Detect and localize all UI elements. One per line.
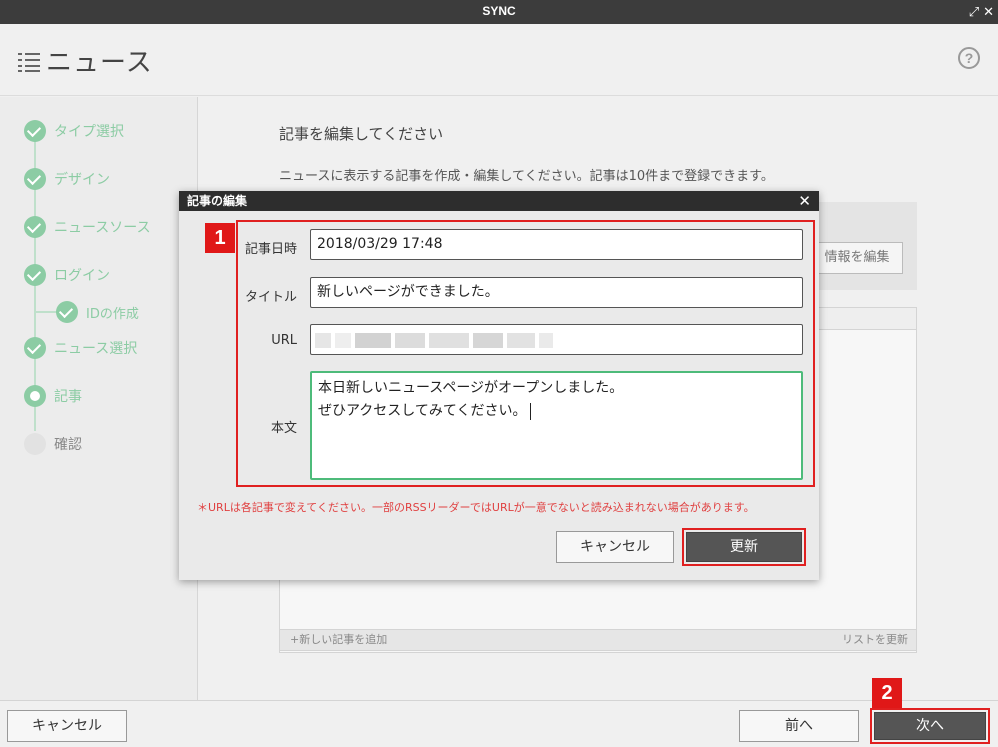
edit-article-dialog: 記事の編集 ✕ 1 記事日時 2018/03/29 17:48 タイトル 新しい… [179, 191, 819, 580]
page-header: ニュース ? [0, 24, 998, 96]
next-button[interactable]: 次へ [874, 712, 986, 740]
text-caret [530, 402, 532, 420]
update-button[interactable]: 更新 [686, 532, 802, 562]
window-titlebar: SYNC ⤢ ✕ [0, 0, 998, 24]
page-title: ニュース [46, 48, 153, 78]
blurred-text [473, 333, 503, 348]
window-close-icon[interactable]: ✕ [983, 1, 994, 23]
step-label: ログイン [54, 268, 110, 284]
step-news-select: ニュース選択 [24, 336, 137, 360]
help-icon[interactable]: ? [958, 47, 980, 69]
check-icon [56, 301, 78, 323]
list-icon [18, 53, 40, 72]
step-type-select: タイプ選択 [24, 119, 124, 143]
step-label: ニュースソース [54, 220, 151, 236]
wizard-footer: キャンセル 前へ 次へ [0, 700, 998, 747]
dialog-title: 記事の編集 [187, 194, 248, 208]
url-label: URL [271, 333, 297, 348]
blurred-text [315, 333, 331, 348]
annotation-badge-2: 2 [872, 678, 902, 708]
body-label: 本文 [270, 421, 297, 436]
step-news-source: ニュースソース [24, 215, 151, 239]
step-design: デザイン [24, 167, 110, 191]
dialog-cancel-button[interactable]: キャンセル [556, 531, 674, 563]
check-icon [24, 216, 46, 238]
back-button[interactable]: 前へ [739, 710, 859, 742]
step-label: タイプ選択 [54, 124, 124, 140]
date-label: 記事日時 [244, 242, 297, 257]
edit-info-button[interactable]: 情報を編集 [811, 242, 903, 274]
refresh-list-link[interactable]: リストを更新 [842, 630, 908, 650]
blurred-text [355, 333, 391, 348]
blurred-text [395, 333, 425, 348]
expand-icon[interactable]: ⤢ [969, 1, 979, 23]
section-description: ニュースに表示する記事を作成・編集してください。記事は10件まで登録できます。 [279, 169, 774, 184]
step-label: ニュース選択 [54, 341, 138, 357]
step-article: 記事 [24, 384, 82, 408]
step-id-create: IDの作成 [56, 300, 139, 324]
step-label: IDの作成 [86, 306, 139, 322]
article-list-footer: +新しい記事を追加 リストを更新 [279, 629, 917, 651]
annotation-badge-1: 1 [205, 223, 235, 253]
section-title: 記事を編集してください [279, 125, 444, 143]
blurred-text [539, 333, 553, 348]
cancel-button[interactable]: キャンセル [7, 710, 127, 742]
body-textarea[interactable]: 本日新しいニュースページがオープンしました。 ぜひアクセスしてみてください。 [310, 371, 803, 480]
check-icon [24, 337, 46, 359]
check-icon [24, 120, 46, 142]
body-line-1: 本日新しいニュースページがオープンしました。 [318, 380, 624, 396]
step-label: 確認 [54, 437, 82, 453]
body-line-2: ぜひアクセスしてみてください。 [318, 403, 527, 419]
step-label: 記事 [54, 389, 82, 405]
date-input[interactable]: 2018/03/29 17:48 [310, 229, 803, 260]
check-icon [24, 264, 46, 286]
title-input[interactable]: 新しいページができました。 [310, 277, 803, 308]
check-icon [24, 168, 46, 190]
step-confirm: 確認 [24, 432, 82, 456]
blurred-text [429, 333, 469, 348]
blurred-text [335, 333, 351, 348]
step-sub-connector [35, 311, 57, 313]
pending-step-icon [24, 433, 46, 455]
add-article-link[interactable]: +新しい記事を追加 [290, 633, 387, 646]
url-input[interactable] [310, 324, 803, 355]
dialog-titlebar: 記事の編集 ✕ [179, 191, 819, 211]
dialog-close-icon[interactable]: ✕ [798, 191, 811, 211]
wizard-steps: タイプ選択 デザイン ニュースソース ログイン IDの作成 ニュース選択 記事 … [0, 97, 198, 700]
window-title: SYNC [482, 4, 516, 18]
current-step-icon [24, 385, 46, 407]
step-label: デザイン [54, 172, 110, 188]
blurred-text [507, 333, 535, 348]
url-note: ＊URLは各記事で変えてください。一部のRSSリーダーではURLが一意でないと読… [197, 501, 755, 514]
title-label: タイトル [244, 290, 297, 305]
step-login: ログイン [24, 263, 110, 287]
